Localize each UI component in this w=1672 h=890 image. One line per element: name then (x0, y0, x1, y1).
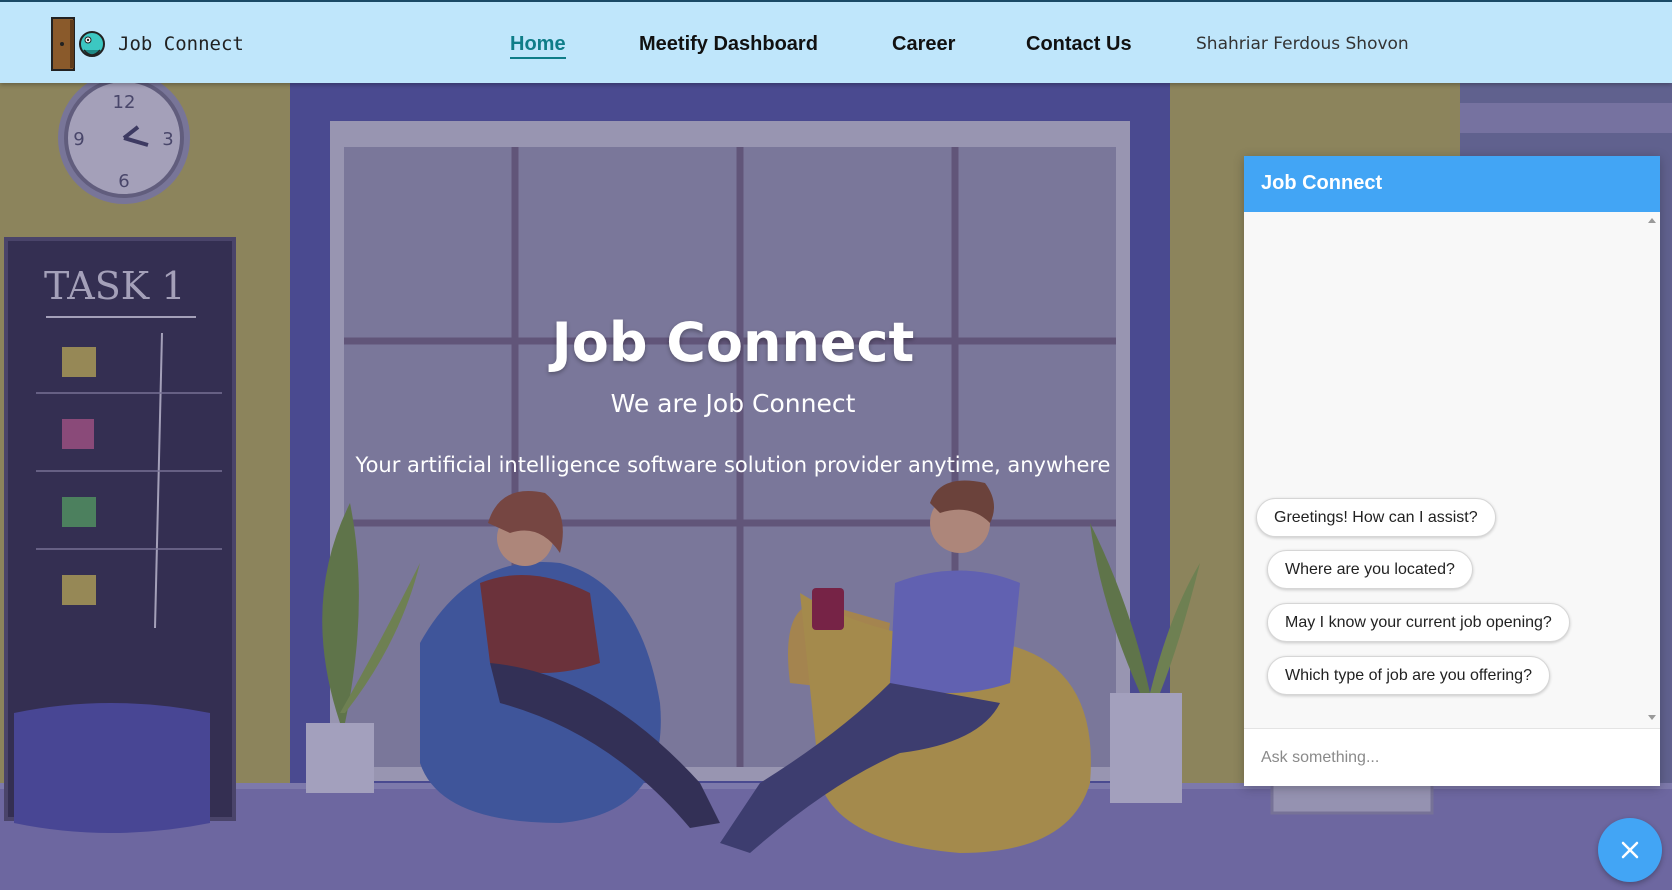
top-navbar: Job Connect Home Meetify Dashboard Caree… (0, 0, 1672, 83)
chat-scrollbar[interactable] (1644, 212, 1660, 726)
brand-name: Job Connect (118, 33, 244, 55)
chat-header-title: Job Connect (1244, 156, 1660, 212)
door-mascot-icon (51, 17, 105, 71)
chat-widget: Job Connect Greetings! How can I assist?… (1244, 156, 1660, 786)
nav-link-career[interactable]: Career (892, 33, 955, 56)
user-name[interactable]: Shahriar Ferdous Shovon (1196, 34, 1409, 54)
nav-link-home[interactable]: Home (510, 33, 566, 59)
close-icon (1621, 841, 1639, 859)
nav-link-contact-us[interactable]: Contact Us (1026, 33, 1132, 56)
brand[interactable]: Job Connect (48, 16, 244, 72)
chat-messages[interactable]: Greetings! How can I assist? Where are y… (1244, 212, 1660, 726)
suggestion-chip-job-opening[interactable]: May I know your current job opening? (1267, 603, 1570, 642)
chat-input[interactable] (1244, 728, 1660, 786)
scroll-up-arrow-icon[interactable] (1648, 218, 1656, 223)
suggestion-chip-job-type[interactable]: Which type of job are you offering? (1267, 656, 1550, 695)
suggestion-chip-greeting[interactable]: Greetings! How can I assist? (1256, 498, 1496, 537)
nav-link-meetify-dashboard[interactable]: Meetify Dashboard (639, 33, 818, 56)
suggestion-chip-location[interactable]: Where are you located? (1267, 550, 1473, 589)
chat-close-button[interactable] (1598, 818, 1662, 882)
scroll-down-arrow-icon[interactable] (1648, 715, 1656, 720)
